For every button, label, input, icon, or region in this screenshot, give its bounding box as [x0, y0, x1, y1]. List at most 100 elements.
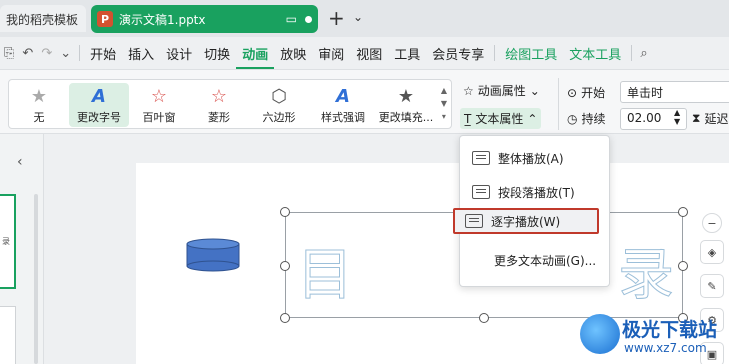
gallery-item-label: 更改填充... — [378, 111, 434, 124]
divider — [631, 45, 633, 61]
ppt-file-icon: P — [97, 11, 113, 27]
gallery-item-change-fill[interactable]: ★ 更改填充... — [373, 83, 439, 127]
menu-review[interactable]: 审阅 — [312, 44, 350, 63]
redo-icon[interactable]: ↷ — [37, 46, 56, 61]
menu-member[interactable]: 会员专享 — [426, 44, 490, 63]
menu-design[interactable]: 设计 — [160, 44, 198, 63]
gallery-item-diamond[interactable]: ☆ 菱形 — [189, 83, 249, 127]
divider — [558, 78, 559, 130]
hourglass-icon: ⧗ — [692, 111, 701, 125]
monitor-icon[interactable]: ▭ — [286, 12, 297, 26]
gallery-item-style-emphasis[interactable]: A 样式强调 — [313, 83, 373, 127]
menu-bar: ⎘ ↶ ↷ ⌄ 开始 插入 设计 切换 动画 放映 审阅 视图 工具 会员专享 … — [0, 37, 729, 69]
delay-label: ⧗ 延迟 — [692, 110, 728, 127]
gallery-item-hexagon[interactable]: ⬡ 六边形 — [249, 83, 309, 127]
gallery-item-label: 菱形 — [208, 111, 230, 124]
font-size-icon: A — [92, 85, 106, 107]
zoom-out-icon[interactable]: − — [702, 213, 722, 233]
star-outline-icon: ☆ — [463, 83, 474, 98]
start-select[interactable]: 单击时 — [620, 81, 729, 103]
resize-handle[interactable] — [678, 261, 688, 271]
watermark-name: 极光下载站 — [622, 319, 718, 341]
text-props-button[interactable]: T̲ 文本属性 ⌃ — [460, 108, 542, 129]
watermark-logo — [580, 314, 620, 354]
chevron-down-icon[interactable]: ⌄ — [56, 46, 75, 61]
menu-item-more[interactable]: 更多文本动画(G)... — [468, 247, 602, 273]
menu-item-paragraph[interactable]: 按段落播放(T) — [468, 179, 602, 205]
thumbnail-text: 录 — [2, 237, 10, 246]
resize-handle[interactable] — [479, 313, 489, 323]
animation-ribbon: ★ 无 A 更改字号 ☆ 百叶窗 ☆ 菱形 ⬡ 六边形 A 样式强调 ★ 更改填… — [0, 69, 729, 134]
watermark-url: www.xz7.com — [624, 341, 707, 355]
menu-insert[interactable]: 插入 — [122, 44, 160, 63]
menu-item-by-char[interactable]: 逐字播放(W) — [453, 208, 599, 234]
tab-templates[interactable]: 我的稻壳模板 — [0, 5, 86, 32]
gallery-item-label: 无 — [33, 111, 45, 124]
gallery-scroll[interactable]: ▲ ▼ ▾ — [441, 84, 447, 123]
gallery-item-blinds[interactable]: ☆ 百叶窗 — [129, 83, 189, 127]
scrollbar[interactable] — [34, 194, 38, 364]
title-tab-bar: 我的稻壳模板 P 演示文稿1.pptx ▭ + ⌄ — [0, 0, 729, 37]
menu-text-tools[interactable]: 文本工具 — [563, 44, 627, 63]
resize-handle[interactable] — [280, 207, 290, 217]
anim-props-button[interactable]: ☆ 动画属性 ⌄ — [463, 82, 540, 99]
divider — [494, 45, 496, 61]
play-circle-icon: ⊙ — [567, 85, 578, 100]
text-props-label: 文本属性 — [475, 112, 524, 126]
start-text: 开始 — [581, 86, 606, 100]
chevron-down-icon[interactable]: ⌄ — [353, 10, 363, 24]
menu-transition[interactable]: 切换 — [198, 44, 236, 63]
duration-stepper[interactable]: ▲ ▼ — [674, 108, 680, 126]
gallery-item-label: 样式强调 — [321, 111, 365, 124]
layers-icon[interactable]: ◈ — [700, 240, 724, 264]
search-icon[interactable]: ⌕ — [636, 46, 651, 61]
start-label: ⊙ 开始 — [567, 84, 605, 101]
duration-label: ◷ 持续 — [567, 110, 606, 127]
menu-item-label: 整体播放(A) — [498, 151, 564, 166]
paragraph-play-icon — [472, 185, 490, 199]
chevron-up-icon: ⌃ — [527, 111, 538, 126]
resize-handle[interactable] — [280, 261, 290, 271]
new-tab-button[interactable]: + — [328, 6, 345, 30]
slide-thumbnail-pane: ‹ 录 — [0, 134, 44, 364]
menu-item-label: 按段落播放(T) — [498, 185, 575, 200]
anim-props-label: 动画属性 — [477, 84, 526, 98]
menu-home[interactable]: 开始 — [84, 44, 122, 63]
menu-view[interactable]: 视图 — [350, 44, 388, 63]
text-tool-icon: T̲ — [464, 111, 472, 126]
gallery-item-none[interactable]: ★ 无 — [9, 83, 69, 127]
whole-play-icon — [472, 151, 490, 165]
cylinder-shape[interactable] — [186, 238, 240, 272]
duration-text: 持续 — [581, 112, 606, 126]
menu-item-whole[interactable]: 整体播放(A) — [468, 145, 602, 171]
divider — [79, 45, 81, 61]
delay-text: 延迟 — [704, 112, 729, 126]
animation-gallery: ★ 无 A 更改字号 ☆ 百叶窗 ☆ 菱形 ⬡ 六边形 A 样式强调 ★ 更改填… — [8, 79, 452, 129]
star-outline-icon: ☆ — [210, 85, 228, 107]
save-icon[interactable]: ⎘ — [0, 46, 18, 61]
menu-animation[interactable]: 动画 — [236, 44, 275, 69]
hexagon-icon: ⬡ — [271, 85, 287, 107]
gallery-item-change-size[interactable]: A 更改字号 — [69, 83, 129, 127]
clock-icon: ◷ — [567, 111, 578, 126]
star-outline-icon: ☆ — [150, 85, 168, 107]
menu-drawing-tools[interactable]: 绘图工具 — [499, 44, 563, 63]
slide-thumbnail[interactable]: 录 — [0, 194, 16, 289]
undo-icon[interactable]: ↶ — [18, 46, 37, 61]
resize-handle[interactable] — [678, 207, 688, 217]
menu-slideshow[interactable]: 放映 — [274, 44, 312, 63]
duration-value: 02.00 — [627, 111, 662, 125]
slide-thumbnail[interactable] — [0, 306, 16, 364]
menu-tools[interactable]: 工具 — [388, 44, 426, 63]
chevron-left-icon[interactable]: ‹ — [17, 154, 23, 170]
tab-document[interactable]: P 演示文稿1.pptx ▭ — [91, 5, 318, 33]
font-style-icon: A — [336, 85, 350, 107]
resize-handle[interactable] — [280, 313, 290, 323]
brush-icon[interactable]: ✎ — [700, 274, 724, 298]
gallery-item-label: 六边形 — [262, 111, 296, 124]
star-gray-icon: ★ — [30, 85, 48, 107]
tab-document-title: 演示文稿1.pptx — [119, 12, 206, 27]
slide-text-char: 目 — [297, 243, 354, 308]
chevron-down-icon: ⌄ — [529, 83, 540, 98]
star-fill-icon: ★ — [397, 85, 415, 107]
